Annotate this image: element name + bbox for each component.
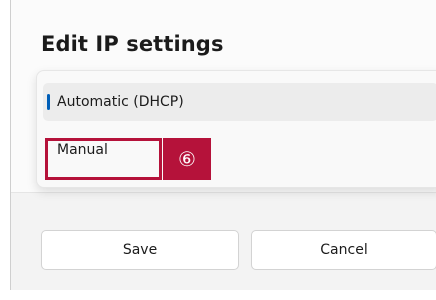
selection-indicator [47,94,50,110]
option-label: Automatic (DHCP) [57,94,184,110]
edit-ip-settings-dialog: Edit IP settings Automatic (DHCP) Manual… [10,0,436,290]
callout-step-number: ⑥ [163,138,211,180]
save-button[interactable]: Save [41,230,239,270]
dialog-title: Edit IP settings [41,32,224,56]
cancel-button[interactable]: Cancel [251,230,436,270]
option-automatic-dhcp[interactable]: Automatic (DHCP) [43,83,436,121]
callout-highlight-box [45,138,162,180]
